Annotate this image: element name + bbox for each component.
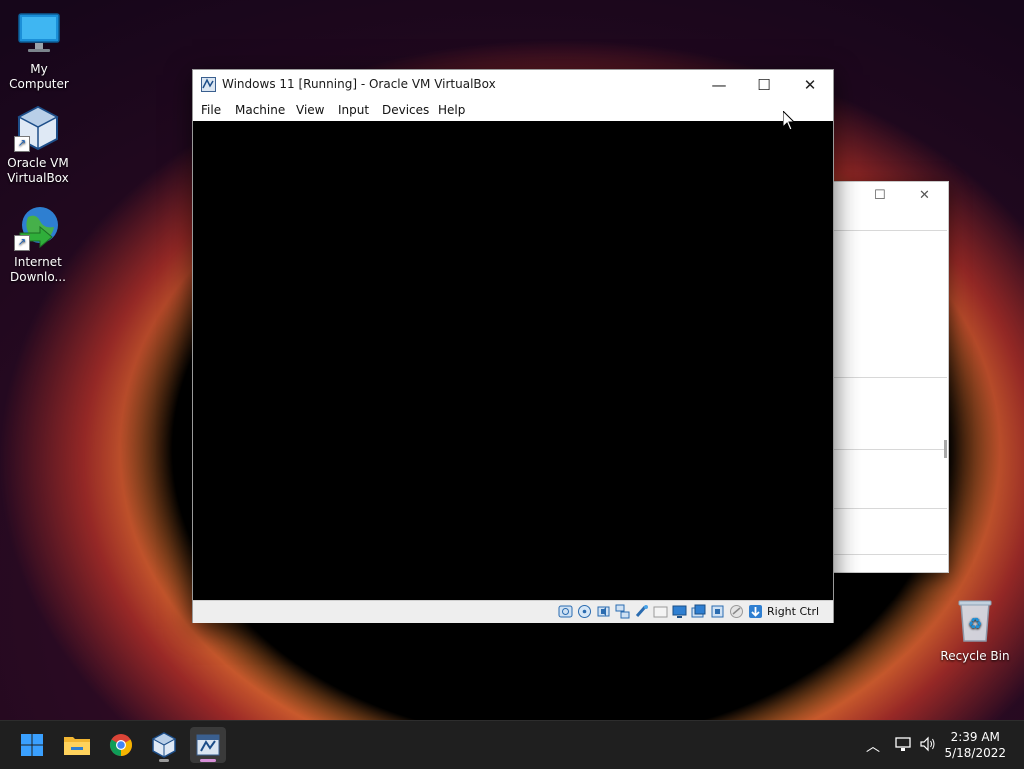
virtualbox-icon: ↗	[14, 104, 62, 152]
monitor-icon	[15, 10, 63, 58]
desktop-icon-label: Internet Downlo...	[10, 255, 66, 284]
close-button[interactable]: ✕	[787, 70, 833, 100]
scrollbar-thumb[interactable]	[944, 440, 947, 458]
desktop-icon-label: My Computer	[9, 62, 69, 91]
menu-input[interactable]: Input	[338, 103, 369, 117]
start-button[interactable]	[14, 727, 50, 763]
menu-help[interactable]: Help	[438, 103, 465, 117]
desktop-icon-virtualbox[interactable]: ↗ Oracle VM VirtualBox	[0, 104, 76, 186]
minimize-button[interactable]: —	[696, 70, 742, 100]
divider	[834, 449, 947, 450]
clock-date: 5/18/2022	[944, 746, 1006, 760]
maximize-button[interactable]: ☐	[741, 70, 787, 100]
shared-folder-icon[interactable]	[653, 604, 668, 619]
taskbar: ︿ 2:39 AM 5/18/2022	[0, 720, 1024, 769]
virtualbox-icon	[151, 732, 177, 758]
file-explorer-button[interactable]	[59, 727, 95, 763]
clock-time: 2:39 AM	[950, 730, 1000, 744]
network-icon[interactable]	[615, 604, 630, 619]
clock[interactable]: 2:39 AM 5/18/2022	[944, 729, 1006, 761]
chrome-button[interactable]	[103, 727, 139, 763]
volume-icon[interactable]	[919, 735, 937, 756]
status-bar: Right Ctrl	[193, 600, 833, 623]
show-hidden-icons-button[interactable]: ︿	[866, 736, 880, 756]
menu-view[interactable]: View	[296, 103, 324, 117]
desktop-icon-internet-download-manager[interactable]: ↗ Internet Downlo...	[0, 203, 76, 285]
virtualbox-taskbar-button[interactable]	[146, 727, 182, 763]
shortcut-arrow-icon: ↗	[14, 136, 30, 152]
host-key-label: Right Ctrl	[767, 605, 820, 618]
video-capture-icon[interactable]	[691, 604, 706, 619]
desktop-icon-label: Oracle VM VirtualBox	[7, 156, 69, 185]
hard-disk-icon[interactable]	[558, 604, 573, 619]
menu-devices[interactable]: Devices	[382, 103, 429, 117]
mouse-integration-icon[interactable]	[729, 604, 744, 619]
maximize-icon[interactable]: ☐	[874, 188, 886, 203]
windows-logo-icon	[21, 734, 43, 756]
vm-display[interactable]	[193, 121, 833, 600]
close-icon[interactable]: ✕	[919, 188, 930, 203]
usb-icon[interactable]	[634, 604, 649, 619]
vm-window-taskbar-button[interactable]	[190, 727, 226, 763]
desktop-icon-my-computer[interactable]: My Computer	[1, 10, 77, 92]
host-key-arrow-icon[interactable]	[748, 604, 763, 619]
recycle-bin-icon: ♻	[951, 597, 999, 645]
menu-machine[interactable]: Machine	[235, 103, 285, 117]
virtualbox-app-icon	[201, 77, 216, 92]
globe-download-icon: ↗	[14, 203, 62, 251]
desktop-icon-recycle-bin[interactable]: ♻ Recycle Bin	[937, 597, 1013, 664]
title-bar[interactable]: Windows 11 [Running] - Oracle VM Virtual…	[193, 70, 833, 100]
mouse-cursor-icon	[782, 109, 796, 135]
active-indicator	[200, 759, 216, 762]
display-icon[interactable]	[672, 604, 687, 619]
chrome-icon	[110, 734, 132, 756]
divider	[834, 554, 947, 555]
menu-file[interactable]: File	[201, 103, 221, 117]
divider	[834, 230, 947, 231]
window-title: Windows 11 [Running] - Oracle VM Virtual…	[222, 77, 496, 91]
folder-icon	[64, 737, 90, 755]
running-indicator	[159, 759, 169, 762]
virtualbox-vm-window[interactable]: Windows 11 [Running] - Oracle VM Virtual…	[192, 69, 834, 623]
desktop-icon-label: Recycle Bin	[940, 649, 1010, 663]
vm-window-icon	[196, 734, 220, 756]
divider	[834, 377, 947, 378]
svg-text:♻: ♻	[968, 614, 982, 633]
menu-bar: File Machine View Input Devices Help	[193, 100, 833, 121]
background-window[interactable]: ☐ ✕	[833, 181, 949, 573]
cpu-icon[interactable]	[710, 604, 725, 619]
audio-icon[interactable]	[596, 604, 611, 619]
network-status-icon[interactable]	[894, 735, 912, 756]
divider	[834, 508, 947, 509]
shortcut-arrow-icon: ↗	[14, 235, 30, 251]
optical-drive-icon[interactable]	[577, 604, 592, 619]
